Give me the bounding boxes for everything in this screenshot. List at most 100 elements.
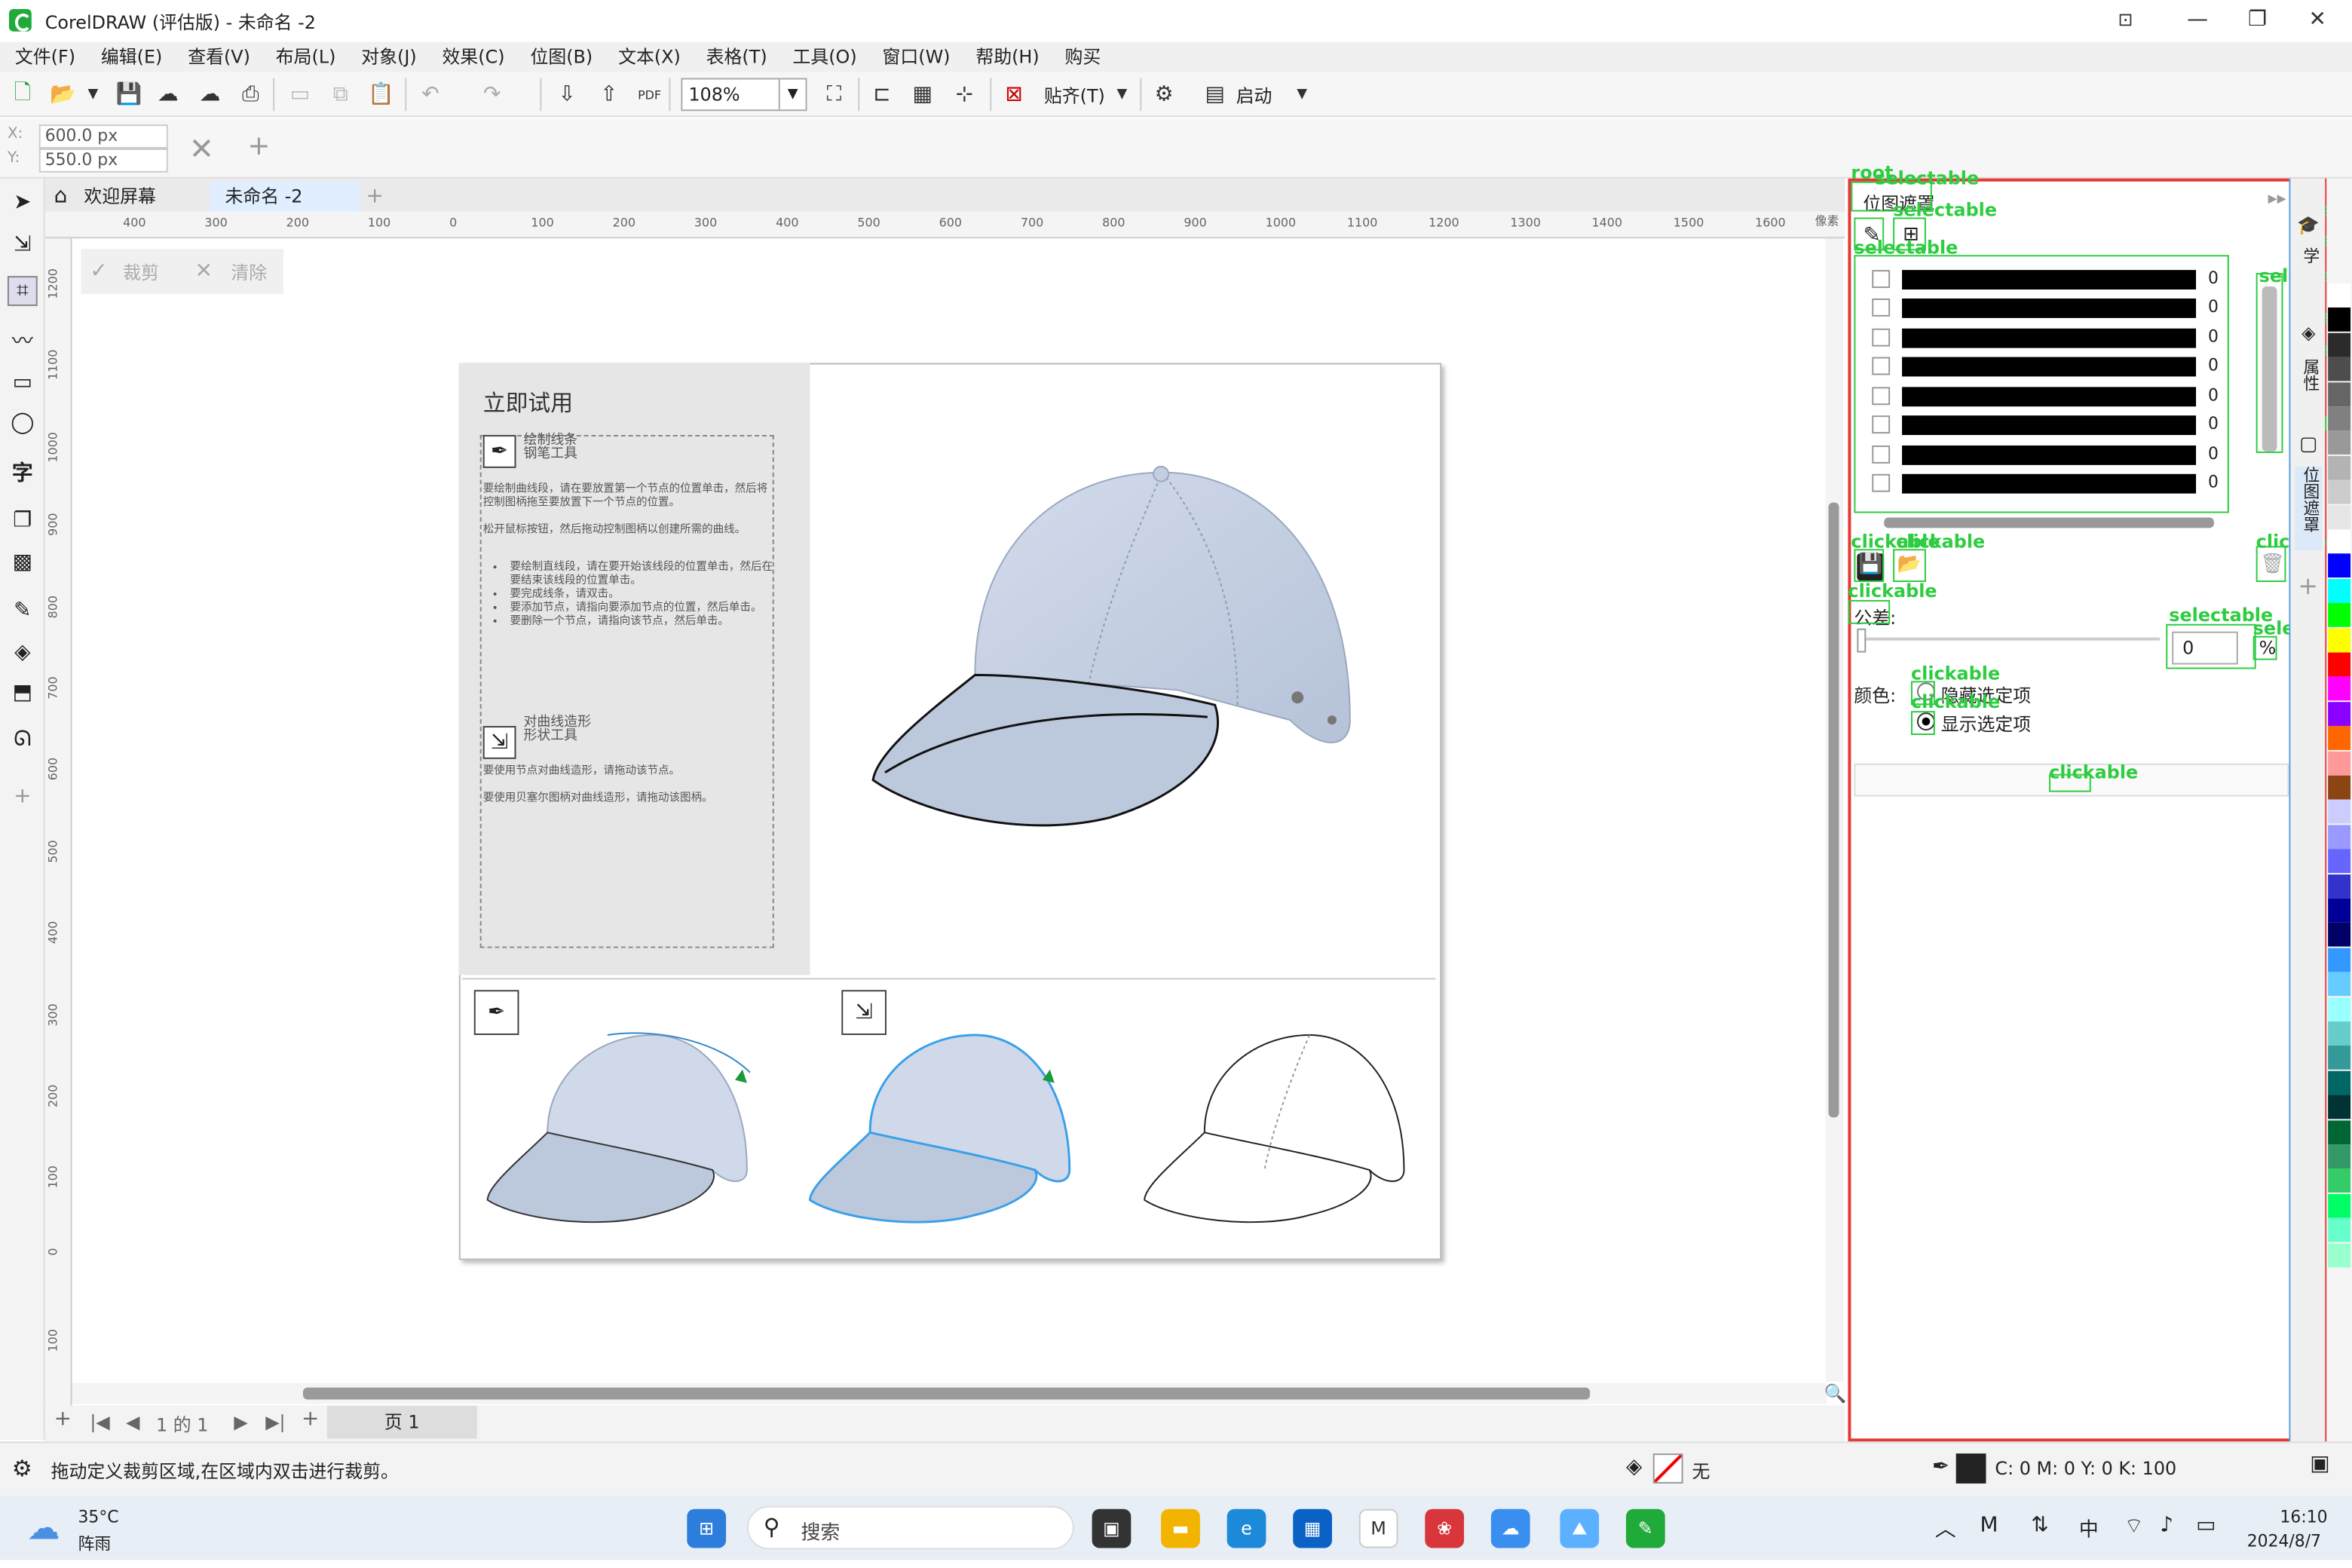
taskbar-search[interactable]: ⚲ 搜索 <box>746 1505 1074 1550</box>
zoom-level-select[interactable]: 108% ▼ <box>681 78 807 112</box>
minimize-button[interactable]: — <box>2172 3 2223 36</box>
palette-swatch[interactable] <box>2328 455 2351 480</box>
palette-swatch[interactable] <box>2328 1095 2351 1119</box>
menu-layout[interactable]: 布局(L) <box>261 42 347 72</box>
file-explorer-icon[interactable]: ▬ <box>1161 1508 1200 1548</box>
launch-dropdown-icon[interactable]: ▼ <box>1287 79 1317 109</box>
palette-swatch[interactable] <box>2328 554 2351 578</box>
undo-icon[interactable]: ↶ <box>415 79 446 109</box>
palette-swatch[interactable] <box>2328 1070 2351 1095</box>
clear-crop-icon[interactable]: ✕ <box>189 130 214 167</box>
task-view-icon[interactable]: ▣ <box>1092 1508 1132 1548</box>
palette-swatch[interactable] <box>2328 726 2351 751</box>
cloud-upload-icon[interactable]: ☁ <box>153 79 183 109</box>
open-dropdown-icon[interactable]: ▼ <box>78 79 108 109</box>
battery-icon[interactable]: ▭ <box>2196 1514 2216 1538</box>
close-button[interactable]: ✕ <box>2292 3 2343 36</box>
cloud-app-icon[interactable]: ☁ <box>1490 1508 1530 1548</box>
volume-icon[interactable]: ♪ <box>2160 1514 2173 1538</box>
palette-swatch[interactable] <box>2328 751 2351 775</box>
photos-icon[interactable]: ⛰ <box>1560 1508 1600 1548</box>
properties-icon[interactable]: ◈ <box>2295 323 2322 350</box>
guidelines-icon[interactable]: ⊹ <box>950 79 980 109</box>
palette-swatch[interactable] <box>2328 406 2351 431</box>
export-icon[interactable]: ⇧ <box>594 79 624 109</box>
palette-swatch[interactable] <box>2328 578 2351 603</box>
palette-swatch[interactable] <box>2328 381 2351 406</box>
menu-buy[interactable]: 购买 <box>1050 42 1112 72</box>
edge-icon[interactable]: e <box>1227 1508 1266 1548</box>
tab-bitmap-mask[interactable]: 位图遮罩 <box>2295 466 2323 551</box>
tolerance-slider-thumb[interactable] <box>1857 628 1867 653</box>
launcher-icon[interactable]: ▤ <box>1200 79 1230 109</box>
palette-swatch[interactable] <box>2328 1144 2351 1169</box>
palette-swatch[interactable] <box>2328 923 2351 948</box>
x-position-field[interactable]: 600.0 px <box>38 124 168 149</box>
last-page-icon[interactable]: ▶| <box>265 1411 285 1432</box>
ellipse-tool-icon[interactable]: ◯ <box>8 408 38 438</box>
tray-settings-icon[interactable]: ⇅ <box>2031 1514 2048 1538</box>
crop-tool-icon[interactable]: ⌗ <box>7 276 38 306</box>
tab-learn[interactable]: 学 <box>2295 247 2322 283</box>
wifi-icon[interactable]: ⌔ <box>2124 1514 2144 1541</box>
palette-swatch[interactable] <box>2328 480 2351 504</box>
status-corel-icon[interactable]: ▣ <box>2310 1452 2329 1476</box>
menu-help[interactable]: 帮助(H) <box>960 42 1049 72</box>
prev-page-icon[interactable]: ◀ <box>126 1411 139 1432</box>
zoom-dropdown-icon[interactable]: ▼ <box>778 79 806 110</box>
palette-swatch[interactable] <box>2328 308 2351 332</box>
store-icon[interactable]: ▦ <box>1293 1508 1332 1548</box>
interactive-fill-icon[interactable]: ◈ <box>8 638 38 668</box>
rectangle-tool-icon[interactable]: ▭ <box>8 368 38 398</box>
x-icon[interactable]: ✕ <box>195 259 213 283</box>
menu-table[interactable]: 表格(T) <box>691 42 778 72</box>
tray-app-icon[interactable]: M <box>1980 1514 1998 1538</box>
snap-off-icon[interactable]: ⊠ <box>999 79 1029 109</box>
coreldraw-taskbar-icon[interactable]: ✎ <box>1625 1508 1665 1548</box>
check-icon[interactable]: ✓ <box>90 259 107 283</box>
palette-swatch[interactable] <box>2328 627 2351 652</box>
fill-none-swatch[interactable] <box>1652 1453 1683 1484</box>
new-tab-icon[interactable]: + <box>366 182 397 212</box>
launch-label[interactable]: 启动 <box>1236 82 1272 108</box>
color-list-hscroll[interactable] <box>1884 517 2214 528</box>
menu-file[interactable]: 文件(F) <box>0 42 86 72</box>
save-icon[interactable]: 💾 <box>114 79 144 109</box>
tab-properties[interactable]: 属性 <box>2295 359 2322 404</box>
learn-icon[interactable]: 🎓 <box>2295 215 2322 242</box>
drop-shadow-tool-icon[interactable]: ❐ <box>8 506 38 536</box>
app-m-icon[interactable]: M <box>1358 1508 1398 1548</box>
add-icon[interactable]: + <box>247 130 270 162</box>
collapse-docker-icon[interactable]: ▸▸ <box>2268 188 2286 209</box>
outline-pen-icon[interactable]: ✒ <box>1932 1455 1949 1479</box>
vertical-ruler[interactable]: 1200 1100 1000 900 800 700 600 500 400 300 200 100 0… <box>44 238 72 1409</box>
maximize-button[interactable]: ❐ <box>2232 3 2283 36</box>
tab-welcome[interactable]: ⌂ 欢迎屏幕 <box>45 182 210 212</box>
start-icon[interactable]: ⊞ <box>687 1508 727 1548</box>
huawei-icon[interactable]: ❀ <box>1425 1508 1465 1548</box>
cut-icon[interactable]: ▭ <box>285 79 315 109</box>
palette-swatch[interactable] <box>2328 652 2351 677</box>
copy-icon[interactable]: ⧉ <box>326 79 356 109</box>
pick-tool-icon[interactable]: ➤ <box>8 188 38 218</box>
weather-icon[interactable]: ☁ <box>27 1511 60 1548</box>
palette-swatch[interactable] <box>2328 1021 2351 1046</box>
tray-chevron-icon[interactable]: ︿ <box>1935 1514 1956 1544</box>
export-pdf-icon[interactable]: PDF <box>635 79 665 109</box>
palette-swatch[interactable] <box>2328 1168 2351 1193</box>
transparency-tool-icon[interactable]: ▩ <box>8 547 38 577</box>
palette-swatch[interactable] <box>2328 874 2351 899</box>
freehand-tool-icon[interactable]: 〰 <box>8 326 38 356</box>
next-page-icon[interactable]: ▶ <box>234 1411 247 1432</box>
grid-icon[interactable]: ▦ <box>908 79 938 109</box>
snap-dropdown-icon[interactable]: ▼ <box>1107 79 1137 109</box>
smart-fill-icon[interactable]: ⬒ <box>8 678 38 708</box>
page-tab[interactable]: 页 1 <box>326 1405 477 1439</box>
palette-swatch[interactable] <box>2328 948 2351 972</box>
add-page-end-icon[interactable]: + <box>302 1407 319 1431</box>
palette-swatch[interactable] <box>2328 357 2351 381</box>
menu-object[interactable]: 对象(J) <box>346 42 427 72</box>
horizontal-ruler[interactable]: 400 300 200 100 0 100 200 300 400 500 600 700 800 900… <box>44 211 1845 239</box>
menu-tools[interactable]: 工具(O) <box>778 42 868 72</box>
palette-swatch[interactable] <box>2328 775 2351 800</box>
